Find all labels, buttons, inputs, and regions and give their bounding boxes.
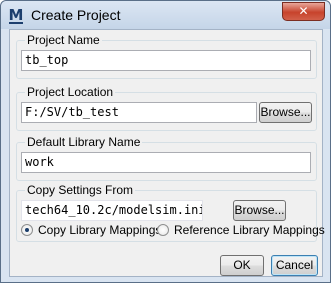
copy-settings-label: Copy Settings From — [25, 183, 136, 197]
project-name-group: Project Name tb_top — [16, 33, 317, 79]
modelsim-app-icon: M — [8, 6, 24, 24]
cancel-button[interactable]: Cancel — [271, 255, 318, 276]
project-location-input[interactable]: F:/SV/tb_test — [21, 102, 257, 123]
copy-library-mappings-option[interactable]: Copy Library Mappings — [21, 223, 161, 237]
project-name-label: Project Name — [25, 33, 102, 47]
window-title: Create Project — [31, 7, 121, 23]
copy-library-mappings-radio[interactable] — [21, 224, 33, 236]
ok-button[interactable]: OK — [220, 255, 264, 276]
default-library-input[interactable]: work — [21, 152, 311, 173]
project-location-label: Project Location — [25, 85, 116, 99]
create-project-dialog: M Create Project ✕ Project Name tb_top P… — [0, 0, 331, 283]
title-bar[interactable]: M Create Project ✕ — [1, 1, 330, 29]
project-location-group: Project Location F:/SV/tb_test Browse... — [16, 85, 317, 131]
project-name-input[interactable]: tb_top — [21, 50, 311, 71]
project-location-browse-button[interactable]: Browse... — [259, 102, 312, 123]
reference-library-mappings-option[interactable]: Reference Library Mappings — [157, 223, 325, 237]
copy-settings-input[interactable]: tech64_10.2c/modelsim.ini — [21, 200, 203, 221]
default-library-group: Default Library Name work — [16, 135, 317, 181]
copy-library-mappings-label: Copy Library Mappings — [38, 223, 162, 237]
copy-settings-group: Copy Settings From tech64_10.2c/modelsim… — [16, 183, 325, 242]
default-library-label: Default Library Name — [25, 135, 143, 149]
close-icon: ✕ — [298, 4, 309, 18]
dialog-body: Project Name tb_top Project Location F:/… — [9, 29, 325, 277]
copy-settings-browse-button[interactable]: Browse... — [233, 200, 286, 221]
reference-library-mappings-label: Reference Library Mappings — [174, 223, 325, 237]
reference-library-mappings-radio[interactable] — [157, 224, 169, 236]
close-button[interactable]: ✕ — [282, 2, 325, 21]
